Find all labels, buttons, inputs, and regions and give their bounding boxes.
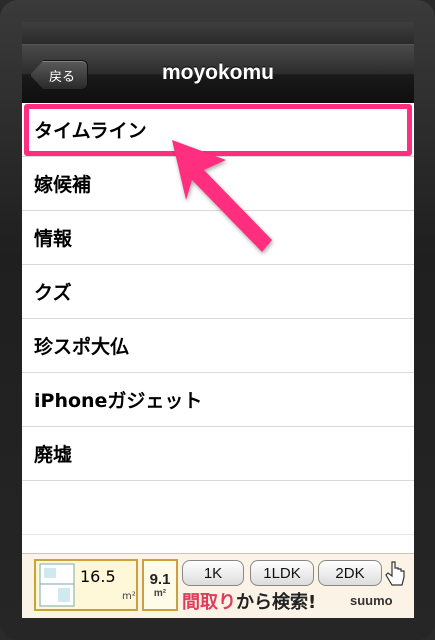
ad-size-b: 9.1 [149, 571, 171, 588]
ad-pill-label: 1K [203, 564, 223, 582]
ad-size-b-box: 9.1 m² [142, 559, 178, 611]
ad-pill-label: 1LDK [263, 564, 301, 582]
ad-tagline: 間取りから検索! [182, 588, 316, 614]
ad-pill-label: 2DK [335, 564, 365, 582]
ad-brand: suumo [350, 593, 393, 608]
advertisement-banner[interactable]: 16.5 m² 9.1 m² 1K 1LDK 2DK 間取りから検索! suum… [22, 553, 414, 618]
ad-tagline-highlight: 間取り [182, 592, 236, 613]
pointer-arrow-icon [172, 140, 272, 252]
ad-unit-b: m² [153, 588, 167, 599]
ad-unit-a: m² [122, 591, 136, 602]
hand-pointer-icon [385, 561, 405, 586]
ad-pill-2dk[interactable]: 2DK [318, 560, 382, 586]
ad-pill-1ldk[interactable]: 1LDK [250, 560, 314, 586]
ad-pill-1k[interactable]: 1K [182, 560, 244, 586]
floorplan-thumbnail: 16.5 m² [34, 559, 138, 611]
ad-size-a: 16.5 [80, 567, 116, 586]
ad-tagline-rest: から検索! [236, 592, 317, 613]
floorplan-icon [39, 563, 75, 607]
